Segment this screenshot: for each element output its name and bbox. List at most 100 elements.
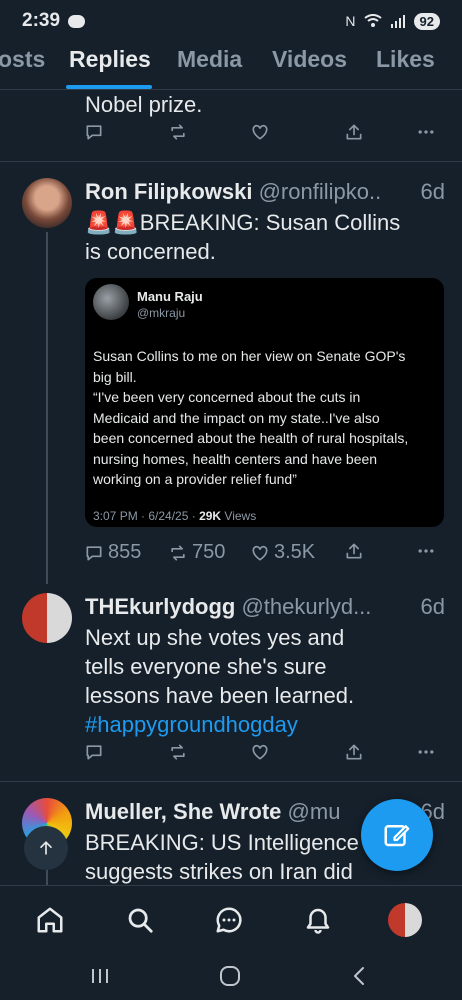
post-text-line: tells everyone she's sure [85,654,327,679]
post-text-line: Next up she votes yes and [85,625,345,650]
reply-icon [86,745,102,760]
battery-indicator: 92 [413,12,440,30]
search-icon [128,908,153,933]
reply-icon [86,545,102,560]
profile-tabs: osts Replies Media Videos Likes [0,42,462,90]
reply-button[interactable]: 855 [84,541,141,564]
post-actions [84,122,440,152]
back-button[interactable] [344,961,374,991]
quote-line: working on a provider relief fund” [93,471,297,487]
avatar[interactable] [22,178,72,228]
scroll-to-top-button[interactable] [24,826,68,870]
nav-notifications[interactable] [301,903,335,937]
home-circle-icon [220,966,240,986]
active-tab-indicator [66,85,152,89]
heart-icon [252,545,268,561]
quote-body: Susan Collins to me on her view on Senat… [93,346,439,490]
author-name[interactable]: Ron Filipkowski [85,179,252,204]
reply-button[interactable] [84,742,104,762]
system-home-button[interactable] [215,961,245,991]
chat-bubble-icon [216,907,242,933]
quote-line: Susan Collins to me on her view on Senat… [93,348,406,364]
compose-icon [384,825,410,847]
nav-home[interactable] [33,903,67,937]
post-divider [0,161,462,162]
status-bar: 2:39 N 92 [0,0,462,42]
like-button[interactable]: 3.5K [250,541,315,564]
quote-line: been concerned about the health of rural… [93,430,409,446]
reply-count: 855 [108,541,142,563]
more-dots-icon [418,750,434,754]
nav-search[interactable] [123,903,157,937]
thread-line [46,232,48,584]
share-button[interactable] [344,742,364,762]
bottom-navigation [0,885,462,953]
share-button[interactable] [344,541,364,561]
repost-count: 750 [192,541,226,563]
quoted-post-card[interactable]: Manu Raju @mkraju Susan Collins to me on… [85,278,444,527]
post-text: Next up she votes yes and tells everyone… [85,623,435,739]
heart-icon [252,124,268,140]
reply-icon [86,125,102,140]
post-text: Nobel prize. [85,92,203,117]
post-time[interactable]: 6d [416,594,445,620]
wifi-icon [363,14,382,27]
quote-line: “I've been very concerned about the cuts… [93,389,361,405]
tab-videos[interactable]: Videos [272,46,347,73]
bell-icon [306,908,330,934]
more-button[interactable] [416,122,436,142]
quote-avatar [93,284,129,320]
repost-button[interactable] [168,742,188,762]
more-button[interactable] [416,742,436,762]
repost-button[interactable] [168,122,188,142]
author-handle[interactable]: @thekurlyd... [241,594,371,619]
notification-dot-icon [68,14,86,28]
status-icons: N 92 [345,12,440,30]
share-button[interactable] [344,122,364,142]
post-divider [0,781,462,782]
reply-button[interactable] [84,122,104,142]
author-handle[interactable]: @ronfilipko.. [259,179,382,204]
hashtag-link[interactable]: #happygroundhogday [85,710,435,739]
more-button[interactable] [416,541,436,561]
tab-replies[interactable]: Replies [69,46,151,73]
like-button[interactable] [250,122,270,142]
post-text-line: 🚨🚨BREAKING: Susan Collins [85,210,401,235]
tab-likes[interactable]: Likes [376,46,435,73]
author-name[interactable]: Mueller, She Wrote [85,799,281,824]
author-name[interactable]: THEkurlydogg [85,594,235,619]
nfc-icon: N [345,13,356,29]
back-chevron-icon [354,967,364,985]
avatar[interactable] [22,593,72,643]
repost-icon [171,744,185,760]
quote-author-handle: @mkraju [137,306,186,320]
nav-grok[interactable] [212,903,246,937]
post-text: 🚨🚨BREAKING: Susan Collins is concerned. [85,208,435,266]
repost-icon [171,124,185,140]
quote-timestamp: 3:07 PM · 6/24/25 · [93,509,200,523]
nav-profile-avatar[interactable] [388,903,422,937]
repost-icon [171,545,185,560]
home-icon [37,907,63,933]
quote-line: nursing homes, health centers and have b… [93,450,378,467]
like-count: 3.5K [274,541,316,563]
post-actions [84,742,440,772]
quote-line: Medicaid and the impact on my state..I'v… [93,409,380,426]
post-time[interactable]: 6d [416,179,445,205]
more-dots-icon [418,130,434,134]
compose-button[interactable] [361,799,433,871]
share-icon [346,124,362,140]
heart-icon [252,744,268,760]
quote-meta: 3:07 PM · 6/24/25 · 29K Views [93,509,256,523]
tab-media[interactable]: Media [177,46,242,73]
like-button[interactable] [250,742,270,762]
recent-apps-button[interactable] [85,961,115,991]
author-handle[interactable]: @mu [288,799,341,824]
signal-icon [390,15,405,28]
post-header: Ron Filipkowski @ronfilipko.. 6d [85,179,445,205]
tab-posts[interactable]: osts [0,46,45,73]
post-actions: 855 750 3.5K [84,541,440,571]
quote-views-count: 29K [199,509,222,523]
repost-button[interactable]: 750 [168,541,225,564]
quote-line: big bill. [93,368,137,385]
